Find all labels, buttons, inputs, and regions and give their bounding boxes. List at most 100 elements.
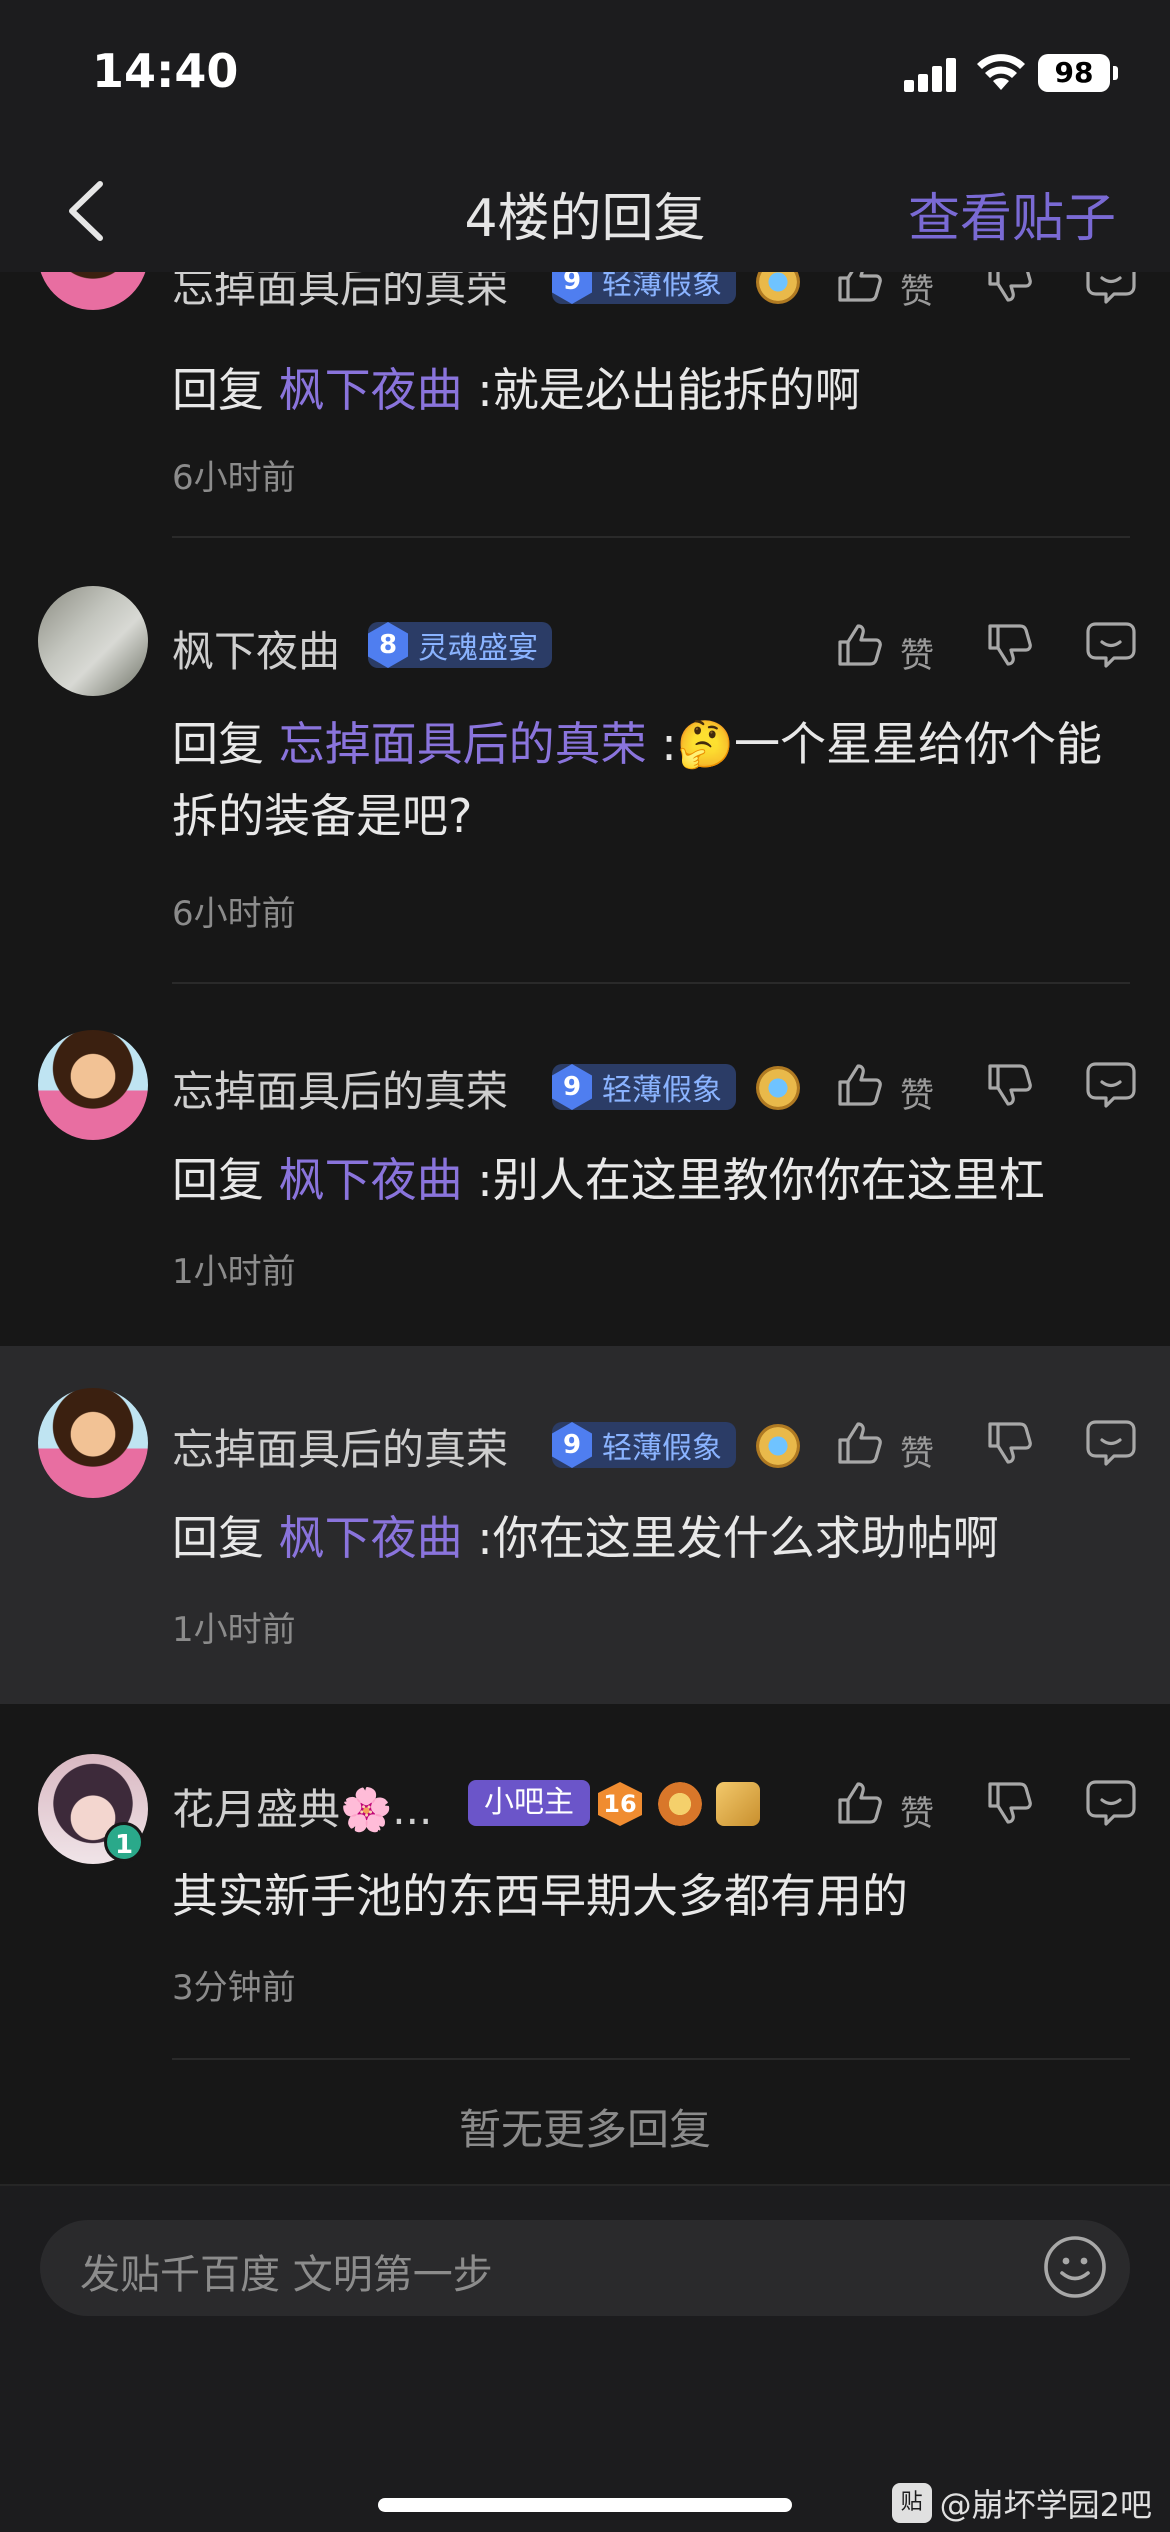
like-icon[interactable]	[834, 272, 884, 306]
reply-actions: 赞	[834, 620, 1144, 680]
reply-text: 回复 忘掉面具后的真荣 :🤔一个星星给你个能拆的装备是吧?	[172, 708, 1110, 852]
member-level-badge: 9 轻薄假象	[552, 272, 736, 304]
gem-medal-icon	[716, 1782, 760, 1826]
reply-time: 1小时前	[172, 1252, 296, 1292]
username[interactable]: 花月盛典🌸...	[172, 1776, 432, 1837]
like-label[interactable]: 赞	[900, 272, 934, 313]
user-avatar[interactable]	[38, 1030, 148, 1140]
page: 14:40 98 4楼的回复 查看贴子 忘掉面具后的真荣 9 轻薄假象 赞 回复…	[0, 0, 1170, 2532]
reply-item: 忘掉面具后的真荣 9 轻薄假象 赞 回复 枫下夜曲 :就是必出能拆的啊 6小时前	[0, 272, 1170, 542]
reply-time: 1小时前	[172, 1610, 296, 1650]
like-label[interactable]: 赞	[900, 628, 934, 677]
status-time: 14:40	[92, 44, 239, 98]
reply-prefix: 回复	[172, 717, 264, 771]
dislike-icon[interactable]	[984, 1060, 1034, 1110]
reply-text: 回复 枫下夜曲 :别人在这里教你你在这里杠	[172, 1144, 1110, 1216]
reply-item: 1 花月盛典🌸... 小吧主 16 赞 其实新手池的东西早期大多都有用的 3分钟…	[0, 1704, 1170, 2066]
no-more-replies: 暂无更多回复	[458, 2105, 711, 2154]
divider	[172, 982, 1130, 984]
reply-actions: 赞	[834, 1418, 1144, 1478]
nav-bar: 4楼的回复 查看贴子	[0, 150, 1170, 272]
home-indicator[interactable]	[378, 2498, 792, 2512]
like-icon[interactable]	[834, 1418, 884, 1468]
reply-item-highlighted: 忘掉面具后的真荣 9 轻薄假象 赞 回复 枫下夜曲 :你在这里发什么求助帖啊 1…	[0, 1346, 1170, 1704]
dislike-icon[interactable]	[984, 620, 1034, 670]
level-title: 灵魂盛宴	[418, 631, 538, 666]
medal-icon	[756, 1066, 800, 1110]
reply-item: 忘掉面具后的真荣 9 轻薄假象 赞 回复 枫下夜曲 :别人在这里教你你在这里杠 …	[0, 988, 1170, 1346]
username[interactable]: 忘掉面具后的真荣	[172, 1416, 508, 1477]
reply-body: 其实新手池的东西早期大多都有用的	[172, 1869, 908, 1923]
user-avatar[interactable]	[38, 272, 148, 310]
like-label[interactable]: 赞	[900, 1786, 934, 1835]
battery-indicator: 98	[1038, 54, 1110, 92]
level-number: 9	[552, 272, 592, 304]
sun-medal-icon	[658, 1782, 702, 1826]
view-post-link[interactable]: 查看贴子	[908, 176, 1116, 251]
reply-text: 其实新手池的东西早期大多都有用的	[172, 1860, 1110, 1932]
reply-prefix: 回复	[172, 1511, 264, 1565]
reply-prefix: 回复	[172, 1153, 264, 1207]
level-number: 9	[552, 1422, 592, 1468]
bottom-bar: 发贴千百度 文明第一步 贴 @崩坏学园2吧	[0, 2184, 1170, 2532]
dislike-icon[interactable]	[984, 1418, 1034, 1468]
medal-icon	[756, 1424, 800, 1468]
reply-text: 回复 枫下夜曲 :就是必出能拆的啊	[172, 354, 1110, 426]
reply-actions: 赞	[834, 1060, 1144, 1120]
member-level-badge: 9 轻薄假象	[552, 1422, 736, 1468]
reply-body: :你在这里发什么求助帖啊	[477, 1511, 999, 1565]
reply-time: 6小时前	[172, 458, 296, 498]
tieba-logo-icon: 贴	[891, 2483, 932, 2523]
comment-icon[interactable]	[1084, 272, 1138, 306]
dislike-icon[interactable]	[984, 1778, 1034, 1828]
watermark-text: @崩坏学园2吧	[939, 2486, 1152, 2524]
user-avatar[interactable]	[38, 1388, 148, 1498]
mention-link[interactable]: 枫下夜曲	[279, 363, 463, 417]
reply-prefix: 回复	[172, 363, 264, 417]
mention-link[interactable]: 忘掉面具后的真荣	[279, 717, 647, 771]
wifi-icon	[977, 54, 1025, 90]
username[interactable]: 忘掉面具后的真荣	[172, 1058, 508, 1119]
comment-icon[interactable]	[1084, 1418, 1138, 1468]
user-avatar[interactable]	[38, 586, 148, 696]
reply-input[interactable]: 发贴千百度 文明第一步	[40, 2220, 1130, 2316]
like-icon[interactable]	[834, 620, 884, 670]
avatar-level-badge: 1	[104, 1822, 144, 1862]
reply-text: 回复 枫下夜曲 :你在这里发什么求助帖啊	[172, 1502, 1110, 1574]
level-number: 9	[552, 1064, 592, 1110]
like-icon[interactable]	[834, 1778, 884, 1828]
divider	[172, 2058, 1130, 2060]
reply-actions: 赞	[834, 272, 1144, 316]
reply-body: :别人在这里教你你在这里杠	[477, 1153, 1045, 1207]
like-label[interactable]: 赞	[900, 1426, 934, 1475]
member-level-badge: 9 轻薄假象	[552, 1064, 736, 1110]
emoji-icon[interactable]	[1042, 2234, 1108, 2300]
mention-link[interactable]: 枫下夜曲	[279, 1511, 463, 1565]
divider	[172, 536, 1130, 538]
reply-time: 3分钟前	[172, 1968, 296, 2008]
level-title: 轻薄假象	[602, 1073, 722, 1108]
dislike-icon[interactable]	[984, 272, 1034, 306]
comment-icon[interactable]	[1084, 620, 1138, 670]
reply-input-placeholder: 发贴千百度 文明第一步	[80, 2252, 493, 2298]
status-bar: 14:40 98	[0, 0, 1170, 150]
moderator-badge: 小吧主	[468, 1780, 590, 1826]
mention-link[interactable]: 枫下夜曲	[279, 1153, 463, 1207]
comment-icon[interactable]	[1084, 1778, 1138, 1828]
level-number: 8	[368, 622, 408, 668]
like-icon[interactable]	[834, 1060, 884, 1110]
reply-body: :就是必出能拆的啊	[477, 363, 861, 417]
comment-icon[interactable]	[1084, 1060, 1138, 1110]
watermark: 贴 @崩坏学园2吧	[891, 2480, 1152, 2526]
cellular-signal-icon	[904, 58, 958, 92]
reply-item: 枫下夜曲 8 灵魂盛宴 赞 回复 忘掉面具后的真荣 :🤔一个星星给你个能拆的装备…	[0, 542, 1170, 988]
like-label[interactable]: 赞	[900, 1068, 934, 1117]
level-title: 轻薄假象	[602, 272, 722, 302]
reply-list: 忘掉面具后的真荣 9 轻薄假象 赞 回复 枫下夜曲 :就是必出能拆的啊 6小时前	[0, 272, 1170, 2184]
member-level-badge: 8 灵魂盛宴	[368, 622, 552, 668]
username[interactable]: 忘掉面具后的真荣	[172, 272, 508, 315]
level-hex-icon: 16	[598, 1782, 642, 1826]
username[interactable]: 枫下夜曲	[172, 618, 340, 679]
reply-time: 6小时前	[172, 894, 296, 934]
battery-cap	[1113, 66, 1118, 80]
